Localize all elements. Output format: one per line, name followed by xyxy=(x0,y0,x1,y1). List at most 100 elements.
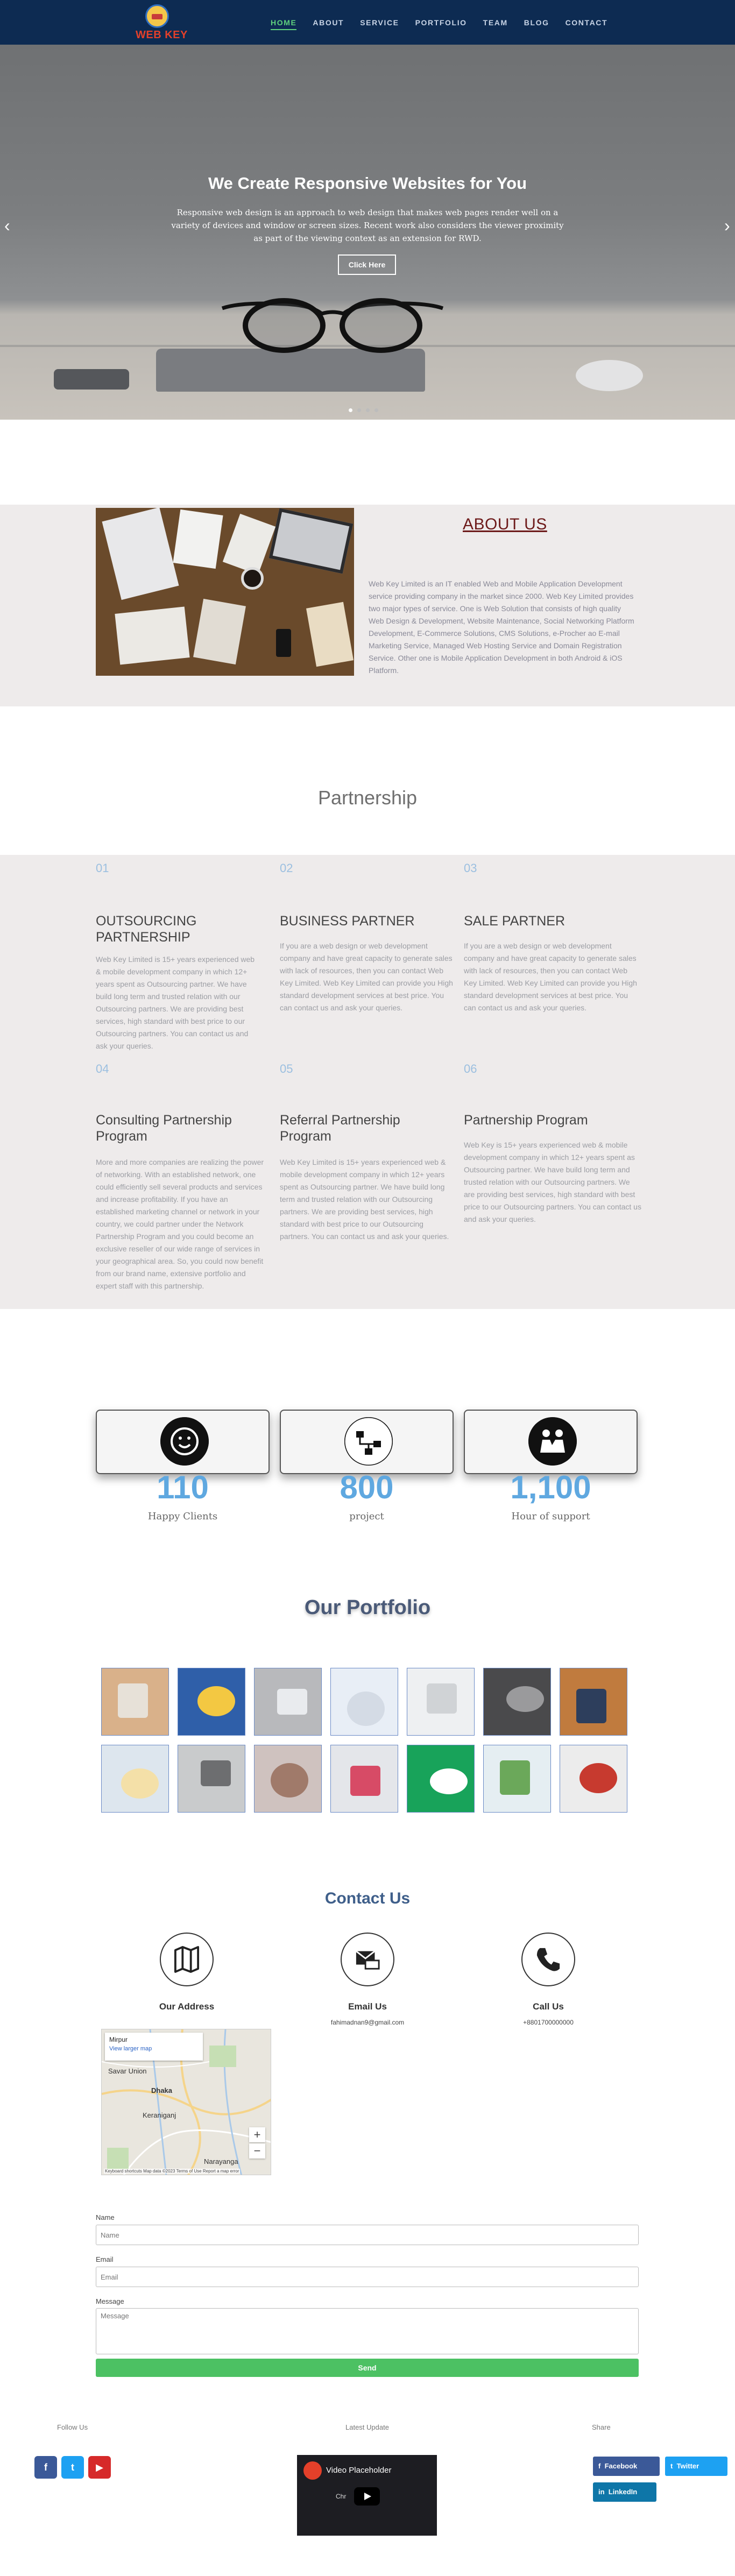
smiley-icon xyxy=(160,1417,209,1466)
portfolio-thumbnail-subject xyxy=(576,1689,606,1723)
stat-label: project xyxy=(349,1511,384,1522)
portfolio-thumbnail-subject xyxy=(201,1760,231,1786)
carousel-dot[interactable] xyxy=(357,408,361,412)
view-larger-map-link[interactable]: View larger map xyxy=(109,2046,199,2052)
send-button[interactable]: Send xyxy=(96,2359,639,2377)
about-image-laptop xyxy=(268,508,354,574)
map-zoom-in-button[interactable]: + xyxy=(249,2127,265,2142)
portfolio-thumbnail[interactable] xyxy=(560,1745,627,1813)
share-twitter-button[interactable]: t Twitter xyxy=(665,2457,727,2476)
video-title[interactable]: Video Placeholder xyxy=(326,2466,391,2475)
portfolio-thumbnail-subject xyxy=(197,1686,235,1716)
email-title: Email Us xyxy=(348,2001,387,2012)
partnership-section: 01 OUTSOURCING PARTNERSHIP Web Key Limit… xyxy=(0,855,735,1309)
carousel-indicators xyxy=(349,408,378,412)
click-here-button[interactable]: Click Here xyxy=(338,254,396,275)
nav-about[interactable]: ABOUT xyxy=(313,18,344,30)
about-image-envelope xyxy=(306,601,354,667)
nav-team[interactable]: TEAM xyxy=(483,18,508,30)
portfolio-title: Our Portfolio xyxy=(304,1596,431,1619)
phone-value[interactable]: +8801700000000 xyxy=(494,2019,602,2026)
carousel-dot[interactable] xyxy=(349,408,352,412)
portfolio-thumbnail[interactable] xyxy=(254,1745,322,1813)
portfolio-thumbnail[interactable] xyxy=(330,1668,398,1736)
hero-mouse-image xyxy=(576,360,643,391)
email-input[interactable] xyxy=(96,2267,639,2287)
portfolio-thumbnail[interactable] xyxy=(101,1745,169,1813)
nav-blog[interactable]: BLOG xyxy=(524,18,549,30)
about-image-notebook xyxy=(115,606,190,665)
carousel-prev-icon[interactable]: ‹ xyxy=(4,217,10,234)
portfolio-thumbnail[interactable] xyxy=(560,1668,627,1736)
partner-number: 03 xyxy=(464,861,477,875)
hero-glasses-image xyxy=(221,298,444,353)
facebook-icon: f xyxy=(598,2462,605,2470)
share-twitter-label: Twitter xyxy=(676,2462,699,2470)
share-heading: Share xyxy=(592,2423,611,2431)
linkedin-icon: in xyxy=(598,2488,609,2496)
partner-title: Referral Partnership Program xyxy=(280,1113,400,1144)
play-icon[interactable] xyxy=(354,2487,380,2506)
stat-label: Happy Clients xyxy=(147,1511,218,1522)
logo[interactable]: WEB KEY xyxy=(136,4,195,42)
portfolio-thumbnail-subject xyxy=(500,1760,530,1795)
portfolio-thumbnail[interactable] xyxy=(254,1668,322,1736)
portfolio-thumbnail[interactable] xyxy=(178,1668,245,1736)
share-linkedin-button[interactable]: in LinkedIn xyxy=(593,2482,656,2502)
partner-text: More and more companies are realizing th… xyxy=(96,1158,264,1290)
about-image-coffee xyxy=(241,567,264,590)
partner-card: 02 xyxy=(280,861,457,875)
partner-number: 02 xyxy=(280,861,293,875)
name-input[interactable] xyxy=(96,2225,639,2245)
carousel-dot[interactable] xyxy=(366,408,370,412)
map-zoom-out-button[interactable]: − xyxy=(249,2143,265,2159)
twitter-icon: t xyxy=(670,2462,677,2470)
portfolio-thumbnail[interactable] xyxy=(101,1668,169,1736)
hero-description: Responsive web design is an approach to … xyxy=(171,208,564,243)
video-embed[interactable]: Video Placeholder Chr xyxy=(297,2455,437,2536)
share-facebook-button[interactable]: f Facebook xyxy=(593,2457,660,2476)
address-title: Our Address xyxy=(159,2001,215,2012)
message-label: Message xyxy=(96,2297,124,2305)
video-channel-text: Chr xyxy=(336,2493,347,2500)
portfolio-thumbnail[interactable] xyxy=(407,1668,475,1736)
stat-card xyxy=(280,1410,454,1474)
about-title: ABOUT US xyxy=(463,515,547,533)
name-label: Name xyxy=(96,2213,115,2221)
carousel-dot[interactable] xyxy=(374,408,378,412)
partner-text: Web Key Limited is 15+ years experienced… xyxy=(280,1158,449,1241)
nav-home[interactable]: HOME xyxy=(271,18,297,30)
hero-title: We Create Responsive Websites for You xyxy=(208,174,527,193)
portfolio-thumbnail[interactable] xyxy=(407,1745,475,1813)
youtube-icon[interactable]: ▶ xyxy=(88,2456,111,2479)
email-value[interactable]: fahimadnan9@gmail.com xyxy=(314,2019,421,2026)
nav-contact[interactable]: CONTACT xyxy=(566,18,608,30)
partner-title: Consulting Partnership Program xyxy=(96,1113,232,1144)
facebook-icon[interactable]: f xyxy=(34,2456,57,2479)
about-image-paper xyxy=(173,509,223,569)
map-label: Narayanga xyxy=(204,2157,238,2165)
portfolio-thumbnail[interactable] xyxy=(178,1745,245,1813)
partner-title: BUSINESS PARTNER xyxy=(280,914,415,929)
nav-service[interactable]: SERVICE xyxy=(360,18,399,30)
map-label: Savar Union xyxy=(108,2067,147,2075)
logo-text: WEB KEY xyxy=(136,29,188,41)
portfolio-thumbnail[interactable] xyxy=(330,1745,398,1813)
partner-text: Web Key is 15+ years experienced web & m… xyxy=(464,1141,641,1223)
diagram-icon xyxy=(344,1417,393,1466)
people-icon xyxy=(528,1417,577,1466)
message-textarea[interactable] xyxy=(96,2308,639,2354)
carousel-next-icon[interactable]: › xyxy=(724,217,730,234)
twitter-icon[interactable]: t xyxy=(61,2456,84,2479)
about-image-sheet xyxy=(193,598,246,665)
map-label: Dhaka xyxy=(151,2086,173,2094)
portfolio-thumbnail-subject xyxy=(506,1686,544,1712)
portfolio-thumbnail[interactable] xyxy=(483,1745,551,1813)
stat-value: 800 xyxy=(340,1469,394,1505)
google-map[interactable]: Mirpur View larger map Savar Union Dhaka… xyxy=(101,2029,271,2175)
portfolio-thumbnail[interactable] xyxy=(483,1668,551,1736)
partner-card: 03 xyxy=(464,861,641,875)
email-label: Email xyxy=(96,2255,114,2263)
partner-card: 05 xyxy=(280,1062,457,1076)
nav-portfolio[interactable]: PORTFOLIO xyxy=(415,18,467,30)
